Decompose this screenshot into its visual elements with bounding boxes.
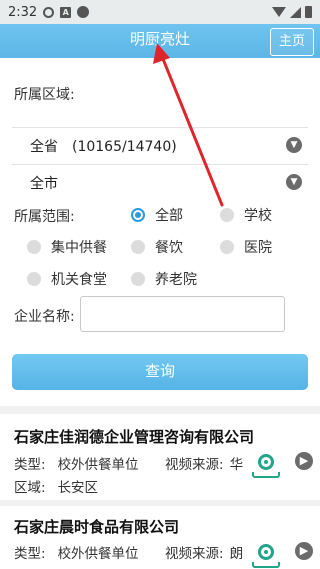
camera-icon[interactable]	[252, 454, 280, 478]
type-label: 类型:	[14, 457, 46, 473]
scope-radio-central-catering[interactable]: 集中供餐	[27, 237, 107, 257]
city-select[interactable]: 全市 ▼	[12, 164, 308, 198]
video-source-text: 视频来源: 朗	[165, 542, 251, 562]
province-select-value: 全省 (10165/14740)	[30, 139, 177, 155]
type-value: 校外供餐单位	[57, 457, 139, 473]
company-name: 石家庄佳润德企业管理咨询有限公司	[14, 428, 255, 446]
type-value: 校外供餐单位	[57, 546, 139, 562]
scope-radio-school[interactable]: 学校	[220, 205, 272, 225]
scope-radio-agency-canteen[interactable]: 机关食堂	[27, 269, 107, 289]
scope-radio-dining[interactable]: 餐饮	[131, 237, 183, 257]
type-text: 类型: 校外供餐单位	[14, 453, 139, 473]
section-divider	[0, 500, 320, 506]
result-card[interactable]: 石家庄佳润德企业管理咨询有限公司 类型: 校外供餐单位 视频来源: 华 ▶ 区域: 长…	[0, 426, 320, 506]
scope-option-label: 集中供餐	[51, 240, 107, 256]
area-text: 区域: 长安区	[14, 476, 98, 496]
area-label: 区域:	[14, 480, 46, 496]
area-value: 长安区	[57, 480, 99, 496]
radio-icon	[27, 240, 41, 254]
section-divider	[0, 406, 320, 414]
status-time: 2:32	[8, 4, 38, 20]
company-name-label: 企业名称:	[14, 309, 75, 325]
chevron-right-icon[interactable]: ▶	[295, 542, 313, 560]
radio-icon	[27, 272, 41, 286]
query-button[interactable]: 查询	[12, 354, 308, 390]
scope-label: 所属范围:	[14, 209, 75, 225]
wifi-icon	[272, 7, 286, 17]
type-text: 类型: 校外供餐单位	[14, 542, 139, 562]
chevron-right-icon[interactable]: ▶	[295, 452, 313, 470]
type-label: 类型:	[14, 546, 46, 562]
video-source-text: 视频来源: 华	[165, 453, 251, 473]
video-source-value: 华	[229, 457, 244, 473]
a-icon: A	[60, 6, 72, 18]
camera-icon[interactable]	[252, 544, 280, 568]
company-name-input[interactable]	[80, 296, 285, 332]
chevron-down-icon: ▼	[286, 174, 302, 190]
status-bar: 2:32 A	[0, 0, 320, 24]
radio-icon	[220, 240, 234, 254]
scope-option-label: 学校	[244, 208, 272, 224]
result-card[interactable]: 石家庄晨时食品有限公司 类型: 校外供餐单位 视频来源: 朗 ▶	[0, 516, 320, 569]
battery-icon	[305, 6, 312, 18]
scope-option-label: 餐饮	[155, 240, 183, 256]
radio-icon	[131, 240, 145, 254]
radio-selected-icon	[131, 208, 145, 222]
scope-option-label: 机关食堂	[51, 272, 107, 288]
chevron-down-icon: ▼	[286, 137, 302, 153]
radio-icon	[220, 208, 234, 222]
scope-radio-all[interactable]: 全部	[131, 205, 183, 225]
scope-option-label: 养老院	[155, 272, 197, 288]
gear-icon	[43, 6, 55, 18]
video-source-value: 朗	[229, 546, 244, 562]
scope-radio-hospital[interactable]: 医院	[220, 237, 272, 257]
radio-icon	[131, 272, 145, 286]
video-source-label: 视频来源:	[165, 546, 224, 562]
home-button[interactable]: 主页	[270, 28, 314, 56]
scope-option-label: 医院	[244, 240, 272, 256]
status-right-icons	[272, 6, 312, 18]
region-label: 所属区域:	[14, 87, 75, 103]
company-name: 石家庄晨时食品有限公司	[14, 518, 180, 536]
scope-radio-nursing-home[interactable]: 养老院	[131, 269, 197, 289]
app-header: 明厨亮灶 主页	[0, 24, 320, 58]
city-select-value: 全市	[30, 176, 58, 192]
video-source-label: 视频来源:	[165, 457, 224, 473]
province-select[interactable]: 全省 (10165/14740) ▼	[12, 127, 308, 161]
scope-option-label: 全部	[155, 208, 183, 224]
signal-icon	[290, 6, 301, 18]
circle-icon	[77, 6, 90, 18]
